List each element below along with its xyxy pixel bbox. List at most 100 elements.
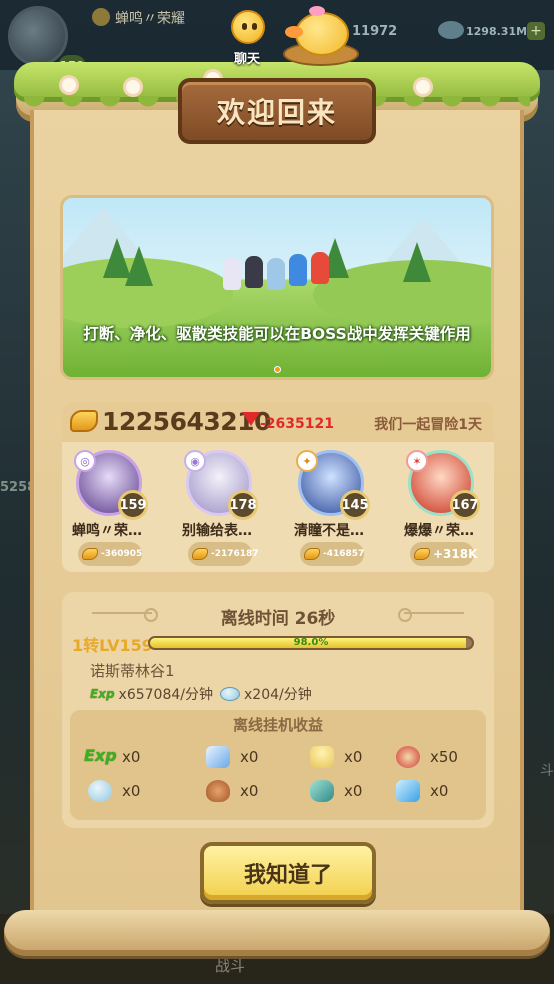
gem-rate-value: x204/分钟	[244, 687, 312, 703]
bird-beak	[285, 26, 303, 38]
candle-icon	[310, 746, 334, 768]
banner-page-indicator[interactable]	[274, 366, 281, 373]
tip-banner[interactable]: 打断、净化、驱散类技能可以在BOSS战中发挥关键作用	[60, 195, 494, 380]
hero-card[interactable]: ◉ 178 别输给表… -2176187	[174, 450, 282, 568]
reward-item[interactable]: x0	[206, 746, 258, 768]
player-name: 蝉鸣〃荣耀	[115, 11, 185, 27]
confirm-button[interactable]: 我知道了	[200, 842, 376, 904]
page-title: 欢迎回来	[216, 96, 337, 129]
power-delta: -2635121	[260, 416, 334, 432]
reward-item[interactable]: x0	[396, 780, 448, 802]
hero-power-change: -416857	[300, 542, 364, 566]
reward-count: x0	[240, 748, 259, 766]
hero-power-value: -416857	[323, 549, 365, 559]
flower-decoration	[126, 80, 140, 94]
hero-power-change: -360905	[78, 542, 142, 566]
hero-level: 145	[340, 490, 370, 520]
gem-icon	[220, 687, 240, 701]
hero-power-value: -2176187	[211, 549, 259, 559]
flower-decoration	[62, 78, 76, 92]
power-icon	[304, 548, 320, 560]
leaf-stone-icon	[310, 780, 334, 802]
tab-battle: 战斗	[215, 957, 246, 975]
hero-level: 159	[118, 490, 148, 520]
add-gems-button: +	[527, 22, 545, 40]
offline-time: 离线时间 26秒	[220, 609, 336, 629]
hero-sprite	[223, 258, 241, 290]
chat-icon	[231, 10, 265, 44]
gem-rate: x204/分钟	[220, 684, 312, 704]
exp-rate: Exp x657084/分钟	[90, 684, 213, 704]
hero-card[interactable]: ✦ 145 清瞳不是… -416857	[286, 450, 394, 568]
hero-sprite	[311, 252, 329, 284]
team-section: 1225643210 -2635121 我们一起冒险1天 ◎ 159 蝉鸣〃荣……	[62, 402, 494, 572]
player-avatar	[8, 6, 68, 66]
power-icon	[192, 548, 208, 560]
team-header: 1225643210 -2635121 我们一起冒险1天	[62, 402, 494, 442]
hero-power-change: -2176187	[188, 542, 259, 566]
ice-crystal-icon	[396, 780, 420, 802]
hero-level: 178	[228, 490, 258, 520]
hero-sprite	[245, 256, 263, 288]
confirm-button-label: 我知道了	[243, 863, 332, 888]
scroll-bottom	[4, 910, 550, 956]
hero-name: 爆爆〃荣…	[404, 523, 474, 539]
power-down-icon	[242, 412, 260, 426]
hero-power-value: +318K	[433, 547, 478, 561]
level-label: 1转LV159	[72, 636, 153, 655]
medal-icon	[396, 746, 420, 768]
gem-icon	[438, 21, 464, 39]
bird-body	[295, 12, 349, 56]
element-icon: ◎	[74, 450, 96, 472]
reward-count: x0	[430, 782, 449, 800]
mascot-bird	[283, 6, 359, 66]
offline-rewards: 离线挂机收益 Exp x0 x0 x0 x50 x0 x0 x0 x0	[70, 710, 486, 820]
hero-sprite	[267, 258, 285, 290]
chat-button[interactable]: 聊天	[221, 10, 273, 68]
exp-rate-value: x657084/分钟	[118, 687, 213, 703]
reward-item[interactable]: x0	[310, 780, 362, 802]
hero-power-value: -360905	[101, 549, 143, 559]
bird-flower	[309, 6, 325, 16]
power-icon	[82, 548, 98, 560]
tree-shape	[403, 242, 431, 282]
reward-item[interactable]: x0	[206, 780, 258, 802]
player-title-icon	[92, 8, 110, 26]
banner-tip-text: 打断、净化、驱散类技能可以在BOSS战中发挥关键作用	[83, 325, 471, 343]
hero-power-change: +318K	[410, 542, 478, 566]
background-hud: 159 蝉鸣〃荣耀 11972 1298.31M +	[0, 0, 554, 77]
reward-item[interactable]: x0	[310, 746, 362, 768]
reward-count: x0	[344, 782, 363, 800]
reward-item[interactable]: x0	[88, 780, 140, 802]
element-icon: ◉	[184, 450, 206, 472]
offline-section: 离线时间 26秒 1转LV159 98.0% 诺斯蒂林谷1 Exp x65708…	[62, 592, 494, 828]
exp-icon: Exp	[84, 746, 117, 765]
reward-item[interactable]: x50	[396, 746, 458, 768]
tree-shape	[125, 246, 153, 286]
map-name: 诺斯蒂林谷1	[90, 662, 175, 680]
hero-name: 清瞳不是…	[294, 523, 364, 539]
hero-sprite	[289, 254, 307, 286]
progress-text: 98.0%	[293, 637, 329, 648]
reward-count: x0	[344, 748, 363, 766]
hero-level: 167	[450, 490, 480, 520]
rewards-title: 离线挂机收益	[232, 716, 323, 734]
exp-icon: Exp	[90, 687, 115, 701]
reward-count: x0	[240, 782, 259, 800]
exp-progress-bar: 98.0%	[148, 636, 474, 650]
crystal-icon	[206, 746, 230, 768]
reward-count: x0	[122, 748, 141, 766]
hero-card[interactable]: ◎ 159 蝉鸣〃荣… -360905	[64, 450, 172, 568]
chat-label: 聊天	[233, 52, 260, 67]
hero-name: 别输给表…	[182, 523, 252, 539]
hero-card[interactable]: ✶ 167 爆爆〃荣… +318K	[396, 450, 504, 568]
gem-icon	[88, 780, 112, 802]
hero-name: 蝉鸣〃荣…	[72, 523, 142, 539]
power-icon	[414, 548, 430, 560]
reward-count: x0	[122, 782, 141, 800]
element-icon: ✦	[296, 450, 318, 472]
reward-item[interactable]: Exp x0	[84, 746, 140, 768]
flower-decoration	[416, 80, 430, 94]
gem-amount: 1298.31M	[466, 25, 528, 38]
power-icon	[70, 410, 98, 432]
